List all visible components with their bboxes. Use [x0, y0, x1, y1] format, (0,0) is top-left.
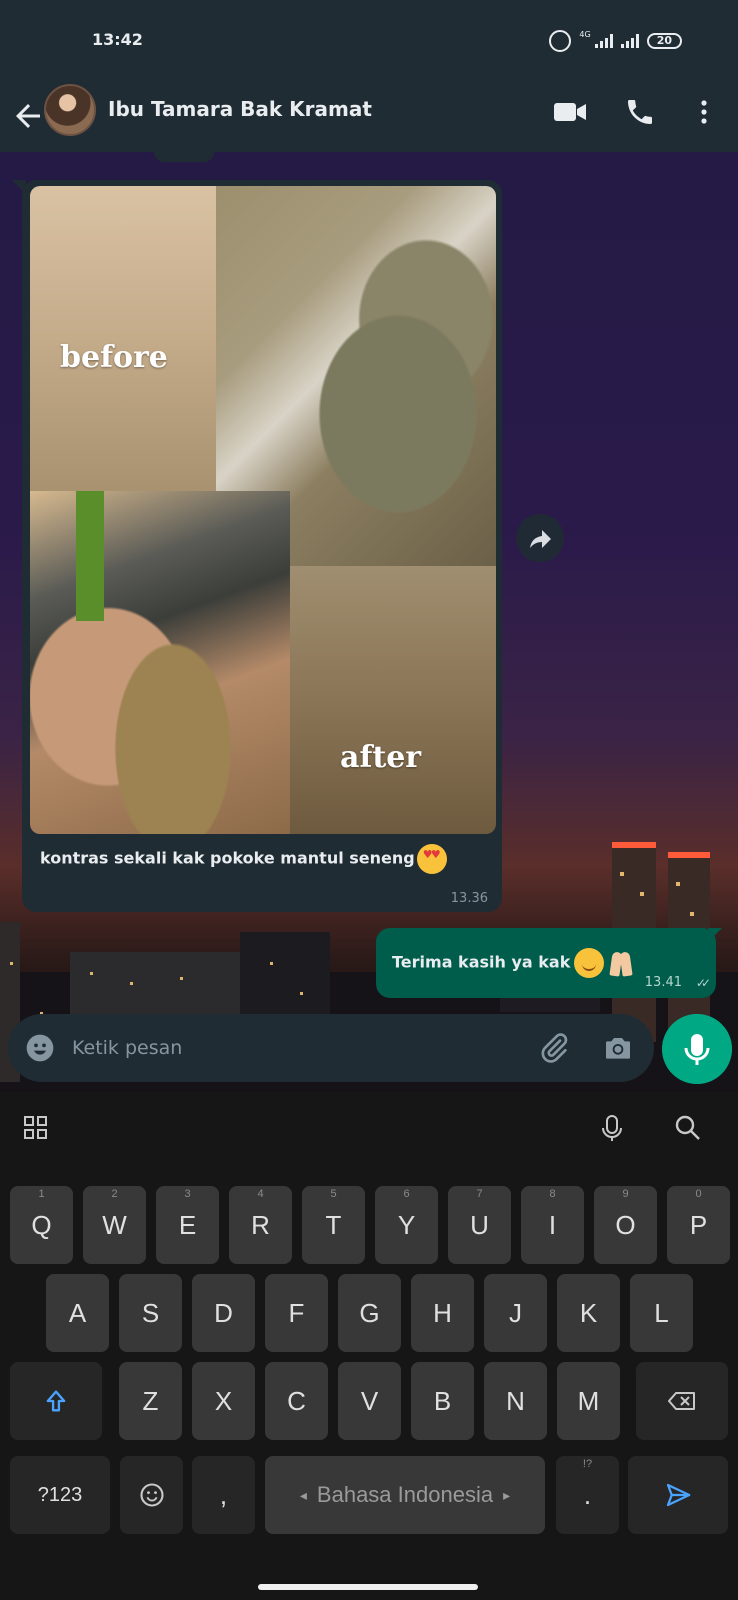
key-e[interactable]: 3E: [156, 1186, 219, 1264]
outgoing-message-bubble[interactable]: Terima kasih ya kak 13.41 ✓✓: [376, 928, 716, 998]
after-panel: [290, 566, 496, 834]
send-icon: [666, 1483, 691, 1507]
incoming-message-text: kontras sekali kak pokoke mantul seneng: [40, 848, 415, 868]
key-u[interactable]: 7U: [448, 1186, 511, 1264]
emoji-key[interactable]: [120, 1456, 183, 1534]
key-k[interactable]: K: [557, 1274, 620, 1352]
key-q[interactable]: 1Q: [10, 1186, 73, 1264]
green-wall-strip: [76, 491, 104, 621]
read-receipt-icon: ✓✓: [695, 976, 711, 990]
after-label: after: [340, 740, 422, 775]
more-options-icon[interactable]: [686, 96, 722, 128]
key-n[interactable]: N: [484, 1362, 547, 1440]
home-indicator[interactable]: [258, 1584, 478, 1590]
key-h[interactable]: H: [411, 1274, 474, 1352]
key-m[interactable]: M: [557, 1362, 620, 1440]
incoming-message-bubble[interactable]: before after kontras sekali kak pokoke m…: [22, 180, 502, 912]
key-d[interactable]: D: [192, 1274, 255, 1352]
outgoing-message-text-row: Terima kasih ya kak: [392, 948, 634, 978]
status-time: 13:42: [92, 30, 143, 49]
before-after-image[interactable]: before after: [30, 186, 496, 834]
before-panel: [30, 186, 216, 491]
keyboard-mic-icon[interactable]: [594, 1110, 630, 1146]
smiling-emoji-icon: [574, 948, 605, 978]
alarm-icon: [549, 30, 572, 52]
before-label: before: [60, 340, 168, 375]
search-icon[interactable]: [670, 1110, 706, 1146]
camera-icon[interactable]: [602, 1032, 634, 1064]
key-b[interactable]: B: [411, 1362, 474, 1440]
space-key[interactable]: ◂ Bahasa Indonesia ▸: [265, 1456, 545, 1534]
outgoing-message-text: Terima kasih ya kak: [392, 952, 571, 972]
emoji-key-icon: [139, 1483, 164, 1507]
key-c[interactable]: C: [265, 1362, 328, 1440]
send-key[interactable]: [628, 1456, 728, 1534]
chat-area[interactable]: before after kontras sekali kak pokoke m…: [0, 152, 738, 1092]
key-a[interactable]: A: [46, 1274, 109, 1352]
key-y[interactable]: 6Y: [375, 1186, 438, 1264]
key-j[interactable]: J: [484, 1274, 547, 1352]
symbols-key[interactable]: ?123: [10, 1456, 110, 1534]
backspace-key[interactable]: [636, 1362, 728, 1440]
contact-name[interactable]: Ibu Tamara Bak Kramat: [108, 97, 372, 121]
emoji-icon[interactable]: [24, 1032, 56, 1064]
key-z[interactable]: Z: [119, 1362, 182, 1440]
signal-icon-2: [620, 34, 639, 48]
mic-icon[interactable]: [662, 1014, 732, 1084]
backspace-icon: [668, 1392, 695, 1410]
key-o[interactable]: 9O: [594, 1186, 657, 1264]
shift-icon: [46, 1390, 66, 1412]
signal-icon: [594, 34, 613, 48]
keyboard: 1Q 2W 3E 4R 5T 6Y 7U 8I 9O 0P A S D F G …: [0, 1092, 738, 1600]
key-f[interactable]: F: [265, 1274, 328, 1352]
battery-icon: 20: [646, 33, 682, 49]
message-input[interactable]: Ketik pesan: [72, 1037, 182, 1059]
network-type-label: 4G: [579, 30, 591, 39]
key-p[interactable]: 0P: [667, 1186, 730, 1264]
forward-icon[interactable]: [516, 514, 564, 562]
video-call-icon[interactable]: [552, 96, 588, 128]
attach-icon[interactable]: [538, 1032, 570, 1064]
key-r[interactable]: 4R: [229, 1186, 292, 1264]
key-x[interactable]: X: [192, 1362, 255, 1440]
language-right-arrow-icon: ▸: [503, 1486, 511, 1503]
key-v[interactable]: V: [338, 1362, 401, 1440]
key-g[interactable]: G: [338, 1274, 401, 1352]
incoming-message-text-row: kontras sekali kak pokoke mantul seneng: [40, 844, 447, 874]
key-s[interactable]: S: [119, 1274, 182, 1352]
key-t[interactable]: 5T: [302, 1186, 365, 1264]
comma-key[interactable]: ,: [192, 1456, 255, 1534]
key-i[interactable]: 8I: [521, 1186, 584, 1264]
key-l[interactable]: L: [630, 1274, 693, 1352]
back-arrow-icon[interactable]: [10, 98, 46, 134]
language-left-arrow-icon: ◂: [299, 1486, 307, 1503]
incoming-message-time: 13.36: [450, 891, 488, 906]
grid-icon[interactable]: [18, 1110, 54, 1146]
folded-hands-emoji-icon: [608, 948, 634, 978]
key-w[interactable]: 2W: [83, 1186, 146, 1264]
status-bar: 13:42 4G 20: [0, 0, 738, 80]
message-input-bar[interactable]: Ketik pesan: [8, 1014, 654, 1082]
heart-eyes-emoji-icon: [416, 844, 447, 874]
shift-key[interactable]: [10, 1362, 102, 1440]
period-key[interactable]: !?.: [556, 1456, 619, 1534]
date-chip: [154, 152, 214, 162]
avatar[interactable]: [44, 84, 96, 136]
outgoing-message-time: 13.41: [644, 975, 682, 990]
sofa-photo-after: [30, 491, 290, 834]
phone-icon[interactable]: [622, 96, 658, 128]
status-icons: 4G 20: [549, 30, 682, 52]
